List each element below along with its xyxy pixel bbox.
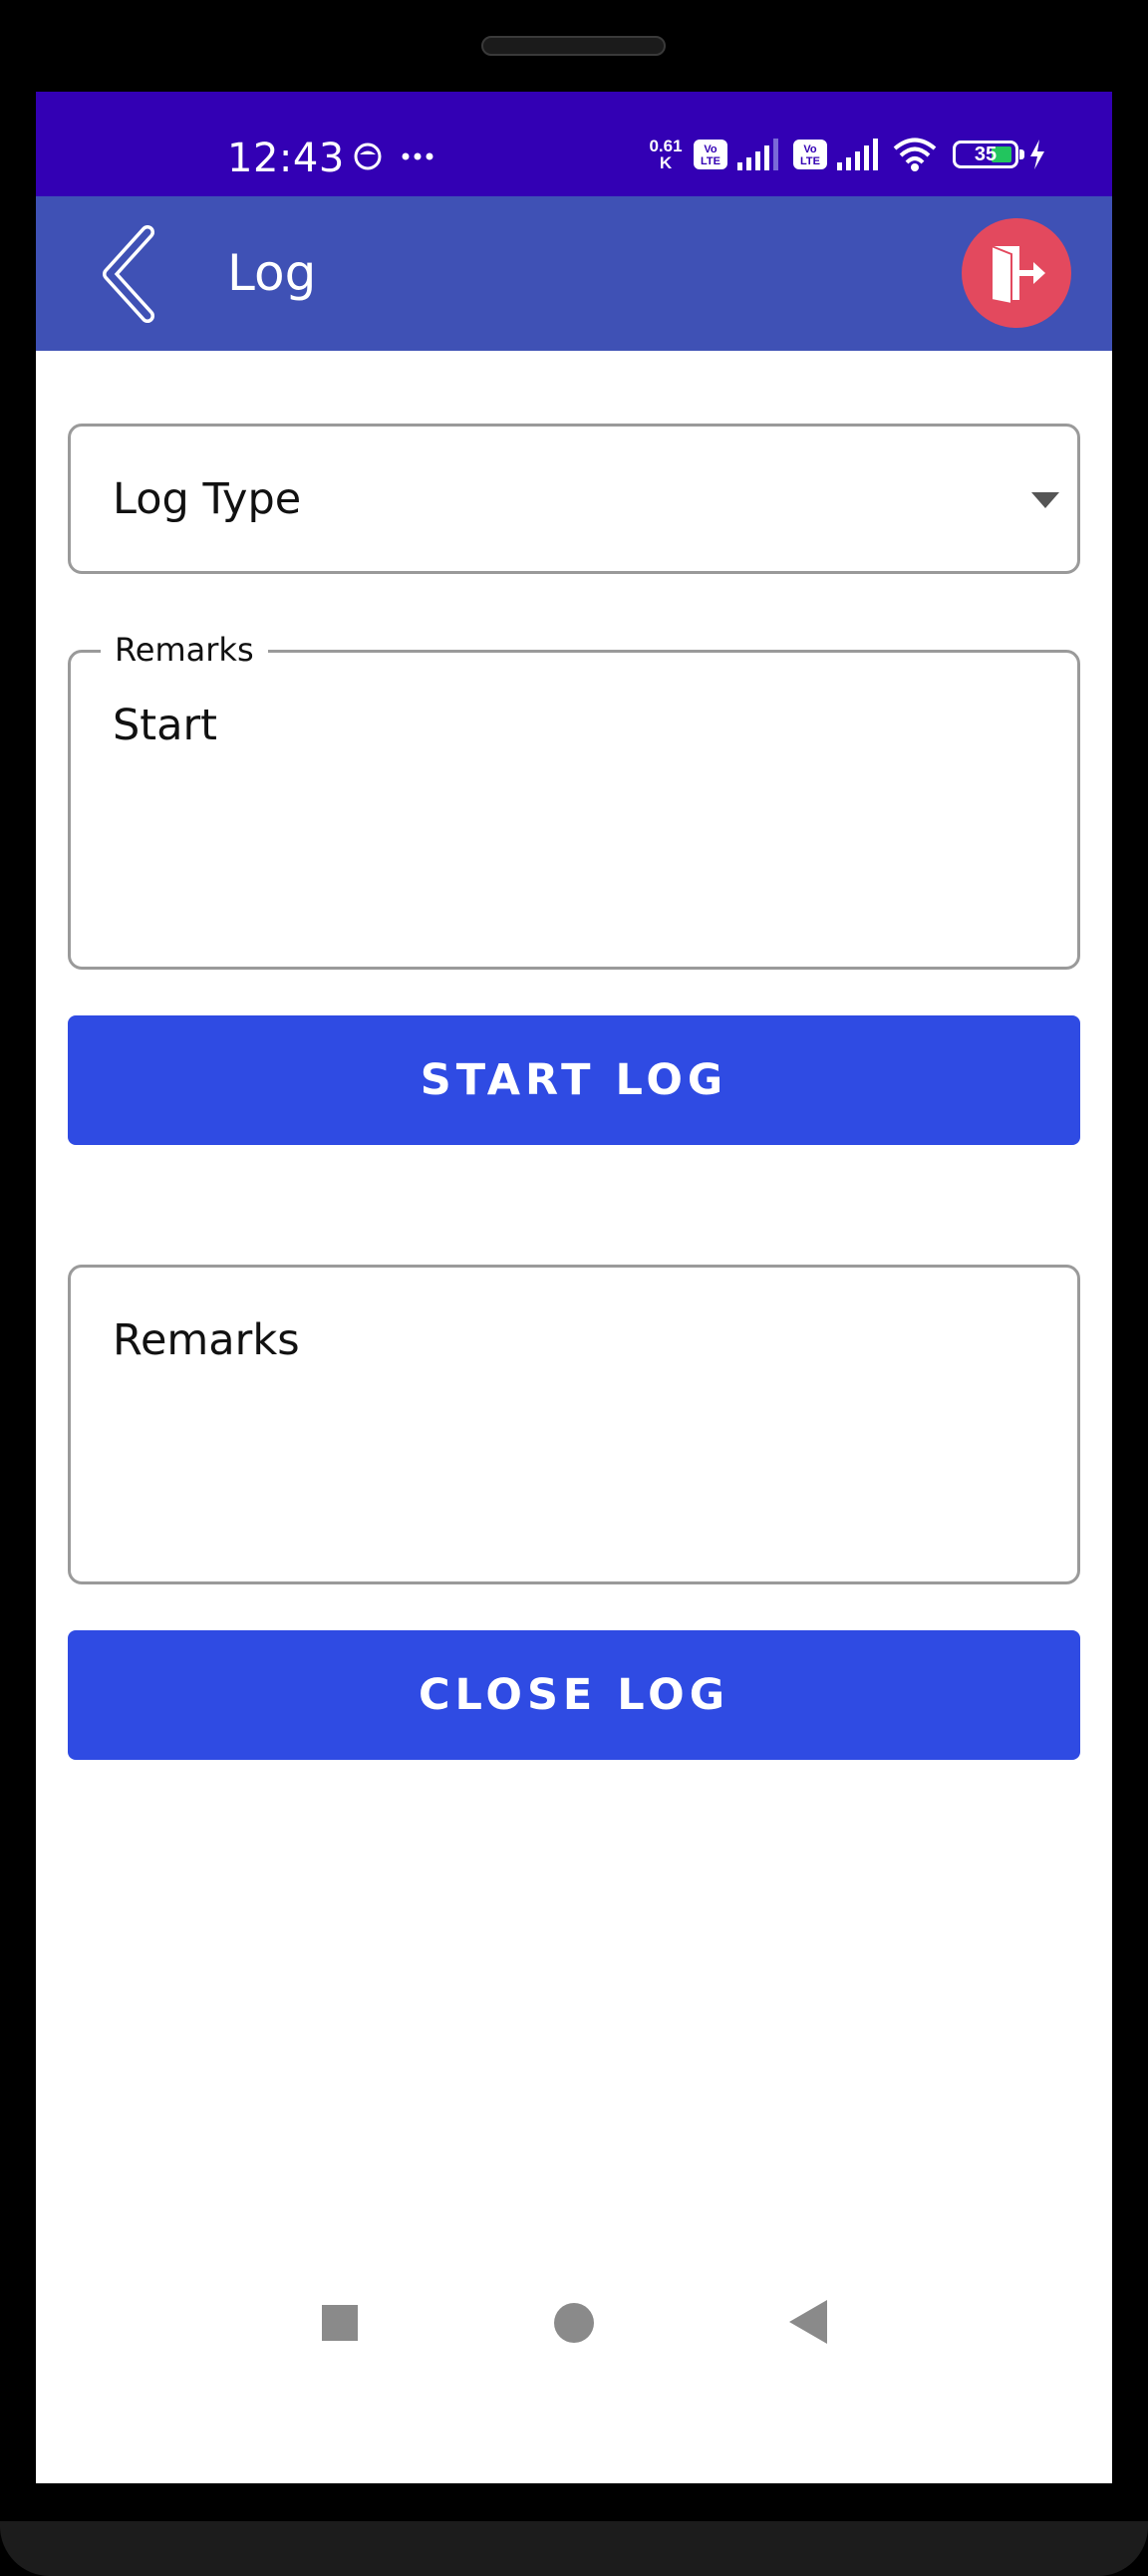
start-remarks-label: Remarks [101,631,268,669]
status-right-icons: 0.61 K Vo LTE Vo LTE 35 [648,138,1046,171]
earpiece-speaker [481,36,666,56]
recents-square-icon[interactable] [322,2305,358,2341]
volte-badge-1: Vo LTE [694,140,727,169]
log-type-select[interactable]: Log Type [68,424,1080,574]
more-dots-icon [402,152,433,160]
page-title: Log [227,244,317,302]
status-time: 12:43 [227,136,345,181]
phone-frame: 12:43 0.61 K Vo LTE Vo LTE 35 Log Log Ty… [0,0,1148,2576]
exit-door-icon [991,244,1045,306]
close-remarks-placeholder: Remarks [113,1315,300,1365]
signal-icon-2 [837,139,878,170]
logout-button[interactable] [962,218,1071,328]
network-speed: 0.61 K [649,137,683,172]
volte-badge-2: Vo LTE [793,140,827,169]
battery-level: 35 [974,143,998,165]
status-left-icons [353,142,434,171]
close-log-button[interactable]: CLOSE LOG [68,1630,1080,1760]
battery-icon: 35 [953,141,1024,168]
start-remarks-field[interactable]: Remarks Start [68,631,1080,970]
back-triangle-icon[interactable] [789,2300,829,2344]
signal-icon [737,139,778,170]
start-remarks-value: Start [113,701,218,750]
close-remarks-field[interactable]: Remarks [68,1265,1080,1584]
start-log-button[interactable]: START LOG [68,1015,1080,1145]
chevron-left-icon [103,225,154,323]
screen: 12:43 0.61 K Vo LTE Vo LTE 35 Log Log Ty… [36,92,1112,2483]
charging-icon [1030,140,1044,169]
dropdown-arrow-icon [1031,492,1059,508]
home-circle-icon[interactable] [554,2303,594,2343]
wifi-icon [893,138,937,171]
phone-bottom-chin [0,2521,1148,2576]
notification-face-icon [354,143,382,170]
back-button[interactable] [96,224,175,324]
status-bar: 12:43 0.61 K Vo LTE Vo LTE 35 [36,92,1112,196]
app-bar: Log [36,196,1112,351]
log-type-label: Log Type [113,474,302,524]
